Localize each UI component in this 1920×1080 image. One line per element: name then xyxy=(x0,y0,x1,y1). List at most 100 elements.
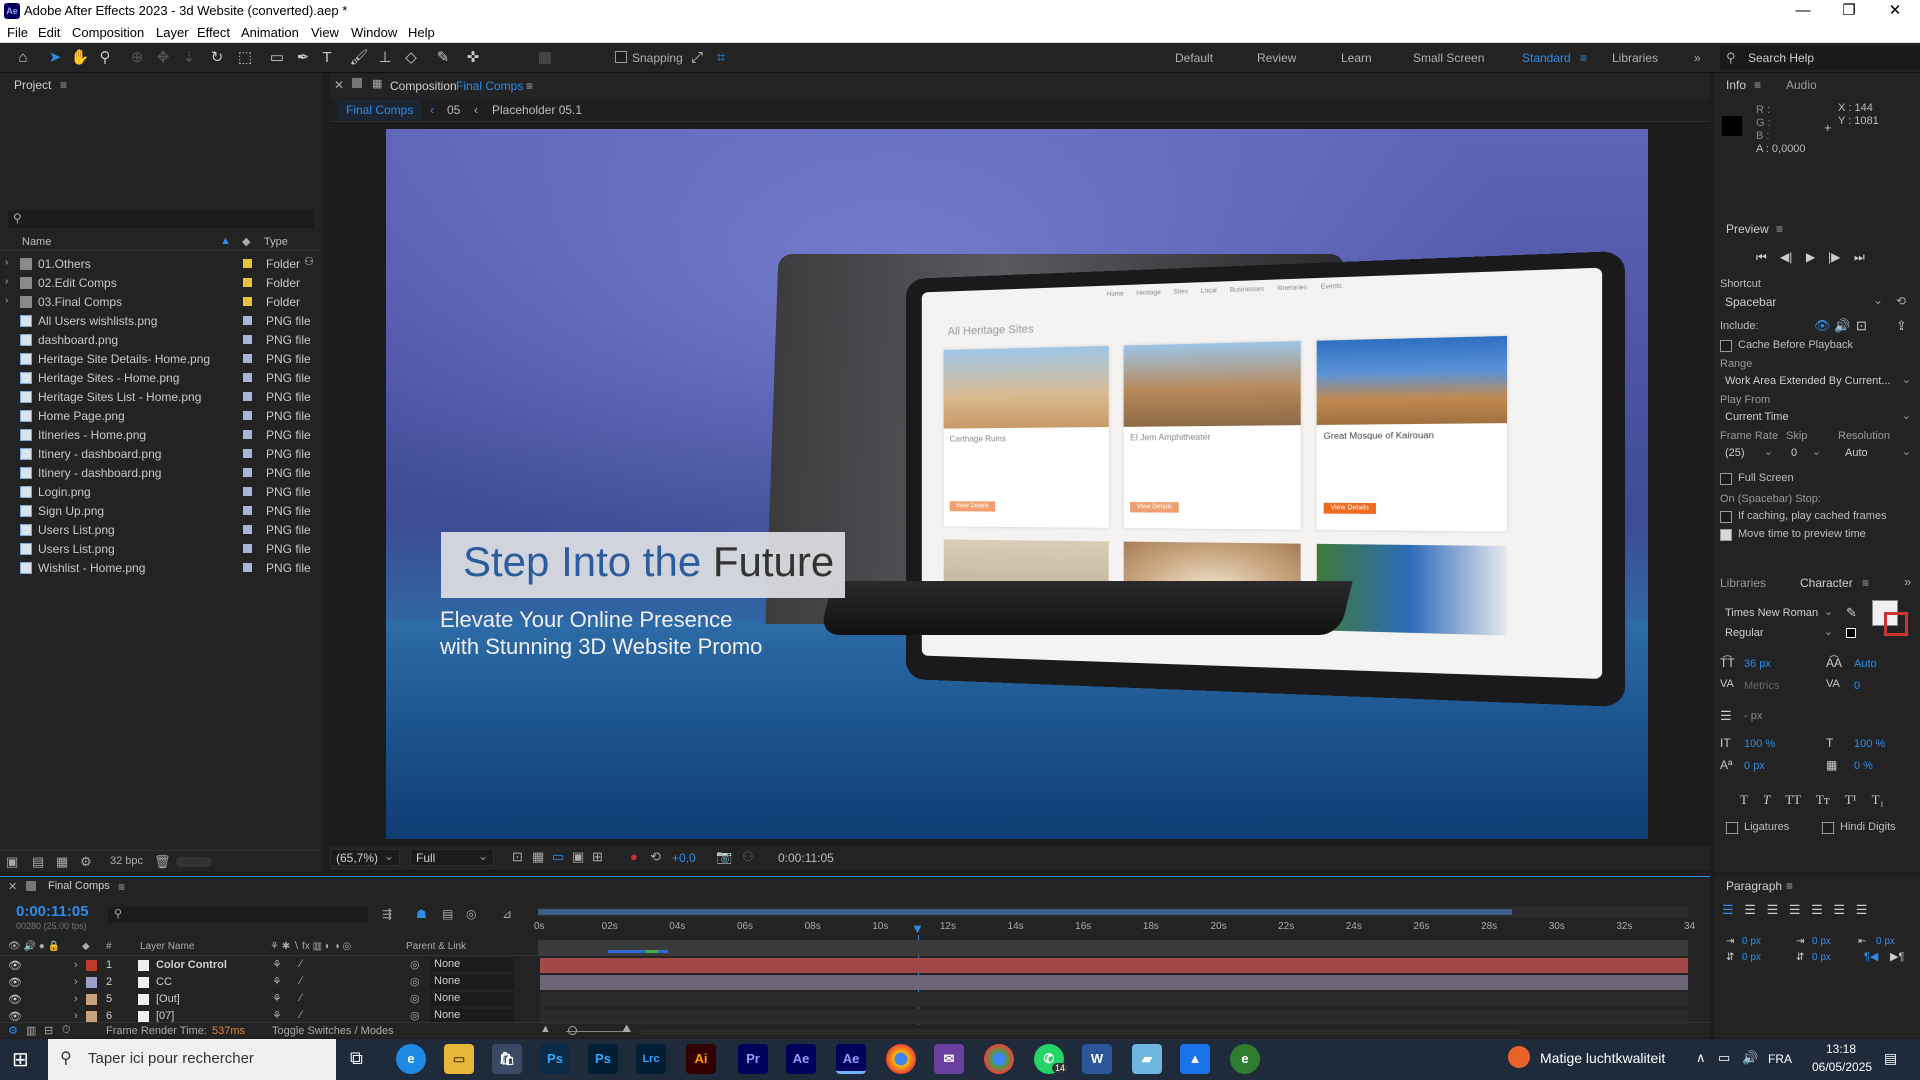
zoom-in-icon[interactable]: ⛰ xyxy=(622,1023,631,1036)
project-search-input[interactable]: ⚲ xyxy=(8,210,314,228)
superscript-button[interactable]: T¹ xyxy=(1845,792,1857,807)
workspace-libraries[interactable]: Libraries xyxy=(1612,51,1658,65)
notes-app-icon[interactable]: ▰ xyxy=(1132,1044,1162,1074)
range-select[interactable]: Work Area Extended By Current... xyxy=(1720,373,1916,391)
frame-rate-select[interactable]: (25) xyxy=(1720,445,1778,463)
breadcrumb-05[interactable]: 05 xyxy=(447,103,460,117)
label-color-swatch[interactable] xyxy=(243,449,252,458)
pickwhip-icon[interactable]: ◎ xyxy=(410,992,420,1005)
character-tab[interactable]: Character xyxy=(1800,576,1853,590)
play-from-select[interactable]: Current Time xyxy=(1720,409,1916,427)
last-frame-icon[interactable]: ⏭ xyxy=(1854,250,1865,265)
project-folder-row[interactable]: › 01.Others Folder xyxy=(0,255,320,274)
menu-composition[interactable]: Composition xyxy=(72,25,144,40)
work-area-range[interactable] xyxy=(538,909,1512,915)
snap-edges-icon[interactable]: ⤢ xyxy=(686,47,708,69)
project-file-row[interactable]: Sign Up.png PNG file xyxy=(0,502,320,521)
paragraph-menu-icon[interactable]: ≡ xyxy=(1786,879,1793,893)
new-folder-icon[interactable]: ▤ xyxy=(32,854,44,870)
snapshot-icon[interactable]: 📷 xyxy=(716,849,732,865)
playhead-icon[interactable]: ▼ xyxy=(911,921,924,936)
windows-start-icon[interactable]: ⊞ xyxy=(12,1047,29,1072)
timeline-scrollbar[interactable] xyxy=(640,1029,1520,1035)
thumbnail-slider[interactable] xyxy=(176,857,212,867)
libraries-tab[interactable]: Libraries xyxy=(1720,576,1766,590)
clone-stamp-icon[interactable]: ⊥ xyxy=(374,47,396,69)
render-time-icon[interactable]: ⏱ xyxy=(62,1024,71,1037)
prev-frame-icon[interactable]: ◀︎| xyxy=(1780,250,1792,264)
project-file-row[interactable]: Itinery - dashboard.png PNG file xyxy=(0,445,320,464)
layer-name[interactable]: CC xyxy=(156,976,172,988)
parent-select[interactable]: None xyxy=(430,1009,514,1023)
snap-features-icon[interactable]: ⌗ xyxy=(710,47,732,69)
chrome-profile-icon[interactable] xyxy=(984,1044,1014,1074)
indent-first-value[interactable]: 0 px xyxy=(1812,936,1831,947)
indent-right-value[interactable]: 0 px xyxy=(1876,936,1895,947)
magnification-select[interactable]: (65,7%) xyxy=(330,849,400,866)
microsoft-store-icon[interactable]: 🛍 xyxy=(492,1044,522,1074)
layer-row[interactable]: 👁 › 1 Color Control ⚘ ∕ ◎ None xyxy=(0,957,540,974)
after-effects-active-icon[interactable]: Ae xyxy=(836,1044,866,1074)
include-video-icon[interactable]: 👁 xyxy=(1814,318,1831,334)
region-of-interest-icon[interactable]: ▣ xyxy=(572,849,584,865)
weather-icon[interactable] xyxy=(1508,1046,1530,1068)
quality-switch-icon[interactable]: ∕ xyxy=(300,958,302,970)
selection-tool-icon[interactable]: ➤ xyxy=(44,47,66,69)
toggle-in-out-icon[interactable]: ⊟ xyxy=(44,1024,53,1037)
weather-text[interactable]: Matige luchtkwaliteit xyxy=(1540,1050,1665,1066)
twirl-arrow-icon[interactable]: › xyxy=(74,1010,78,1022)
parent-select[interactable]: None xyxy=(430,992,514,1006)
layer-row[interactable]: 👁 › 5 [Out] ⚘ ∕ ◎ None xyxy=(0,991,540,1008)
zoom-out-icon[interactable]: ▲ xyxy=(540,1023,551,1035)
hindi-digits-checkbox[interactable] xyxy=(1822,822,1834,834)
label-color-swatch[interactable] xyxy=(243,297,252,306)
edge-beta-icon[interactable]: e xyxy=(1230,1044,1260,1074)
layer-row[interactable]: 👁 › 2 CC ⚘ ∕ ◎ None xyxy=(0,974,540,991)
type-column-header[interactable]: Type xyxy=(264,236,288,248)
resolution-select[interactable]: Auto xyxy=(1840,445,1916,463)
chrome-icon[interactable] xyxy=(886,1044,916,1074)
pickwhip-icon[interactable]: ◎ xyxy=(410,1009,420,1022)
project-file-row[interactable]: Users List.png PNG file xyxy=(0,521,320,540)
illustrator-icon[interactable]: Ai xyxy=(686,1044,716,1074)
preview-menu-icon[interactable]: ≡ xyxy=(1776,222,1783,236)
first-frame-icon[interactable]: ⏮ xyxy=(1756,250,1767,265)
photoshop-2-icon[interactable]: Ps xyxy=(588,1044,618,1074)
interpret-footage-icon[interactable]: ▣ xyxy=(6,854,18,870)
flowchart-icon[interactable]: ⚇ xyxy=(304,255,314,268)
quality-switch-icon[interactable]: ∕ xyxy=(300,992,302,1004)
label-color-swatch[interactable] xyxy=(243,525,252,534)
layer-label-swatch[interactable] xyxy=(86,994,97,1005)
anchor-tool-icon[interactable]: ⬚ xyxy=(234,47,256,69)
mask-visibility-icon[interactable]: ▭ xyxy=(552,849,564,865)
parent-select[interactable]: None xyxy=(430,975,514,989)
label-color-swatch[interactable] xyxy=(243,278,252,287)
layer-name[interactable]: [07] xyxy=(156,1010,174,1022)
workspace-default[interactable]: Default xyxy=(1175,51,1213,65)
shortcut-select[interactable]: Spacebar xyxy=(1720,293,1888,311)
workspace-small-screen[interactable]: Small Screen xyxy=(1413,51,1484,65)
expand-panel-icon[interactable]: » xyxy=(1904,574,1911,589)
project-folder-row[interactable]: › 02.Edit Comps Folder xyxy=(0,274,320,293)
label-color-swatch[interactable] xyxy=(243,316,252,325)
layer-label-swatch[interactable] xyxy=(86,960,97,971)
toggle-modes-icon[interactable]: ▥ xyxy=(26,1024,36,1037)
project-file-row[interactable]: Home Page.png PNG file xyxy=(0,407,320,426)
resolution-select[interactable]: Full xyxy=(410,849,494,866)
expand-arrow-icon[interactable]: › xyxy=(5,276,8,287)
pan-tool-icon[interactable]: ✥ xyxy=(152,47,174,69)
font-size-value[interactable]: 36 px xyxy=(1744,658,1771,670)
subscript-button[interactable]: T₁ xyxy=(1872,792,1884,807)
project-file-row[interactable]: Heritage Sites List - Home.png PNG file xyxy=(0,388,320,407)
premiere-pro-icon[interactable]: Pr xyxy=(738,1044,768,1074)
align-center-icon[interactable]: ☰ xyxy=(1744,902,1756,917)
file-explorer-icon[interactable]: ▭ xyxy=(444,1044,474,1074)
font-style-select[interactable]: Regular xyxy=(1720,625,1838,643)
rectangle-tool-icon[interactable]: ▭ xyxy=(266,47,288,69)
workspace-learn[interactable]: Learn xyxy=(1341,51,1372,65)
tsume-value[interactable]: 0 % xyxy=(1854,760,1873,772)
sort-ascending-icon[interactable]: ▲ xyxy=(220,235,231,247)
name-column-header[interactable]: Name xyxy=(22,236,51,248)
maximize-button[interactable]: ❐ xyxy=(1826,0,1872,22)
dolly-tool-icon[interactable]: ⇣ xyxy=(178,47,200,69)
